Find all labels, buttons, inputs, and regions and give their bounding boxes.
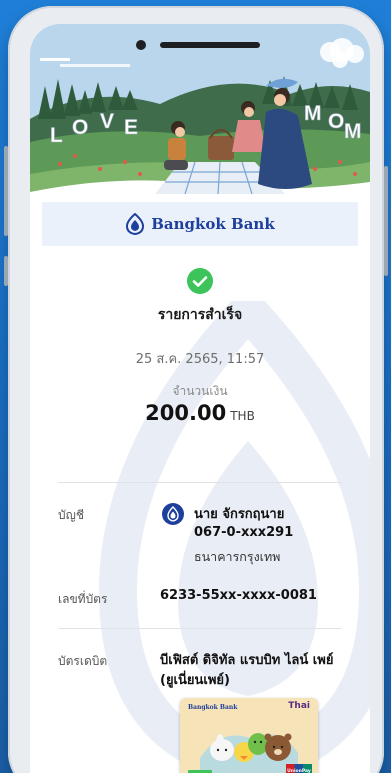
banner-letter-e: E — [124, 116, 138, 139]
debit-card-label: บัตรเดบิต — [58, 654, 108, 668]
amount-value: 200.00 — [145, 401, 227, 425]
account-label: บัญชี — [58, 508, 84, 522]
phone-side-button — [384, 166, 388, 276]
transfer-slip: รายการสำเร็จ 25 ส.ค. 2565, 11:57 จำนวนเง… — [42, 246, 370, 773]
banner-letter-o2: O — [328, 110, 344, 133]
account-bank-name: ธนาคารกรุงเทพ — [194, 549, 281, 564]
banner-letter-l: L — [50, 124, 63, 147]
banner-illustration: L O V E M O M — [30, 24, 370, 202]
front-camera — [136, 40, 146, 50]
banner-letter-m1: M — [304, 102, 322, 125]
check-circle-icon — [187, 268, 213, 294]
transaction-datetime: 25 ส.ค. 2565, 11:57 — [135, 352, 265, 367]
card-number: 6233-55xx-xxxx-0081 — [160, 588, 317, 603]
banner-letter-o: O — [72, 116, 88, 139]
phone-side-button — [4, 146, 8, 236]
card-number-label: เลขที่บัตร — [58, 592, 108, 606]
line-friends-characters-icon — [188, 733, 298, 773]
phone-side-button — [4, 256, 8, 286]
phone-screen: L O V E M O M Bangkok Bank รายการสำเร็จ … — [30, 24, 370, 773]
love-mom-banner: L O V E M O M — [30, 24, 370, 202]
banner-letter-v: V — [100, 110, 114, 133]
account-holder-name: นาย จักรกฤนาย — [194, 507, 285, 522]
earpiece-speaker — [160, 42, 260, 48]
banner-letter-m2: M — [344, 120, 362, 143]
bangkok-bank-logo-icon — [126, 213, 145, 235]
bank-header: Bangkok Bank — [42, 202, 358, 246]
amount: 200.00 THB — [42, 401, 358, 425]
phone-frame: L O V E M O M Bangkok Bank รายการสำเร็จ … — [4, 6, 388, 773]
transaction-status: รายการสำเร็จ — [157, 307, 243, 323]
bank-account-icon — [162, 503, 184, 525]
debit-card-image: Bangkok Bank Thai UnionPay — [180, 698, 318, 773]
amount-label: จำนวนเงิน — [172, 384, 228, 398]
divider — [58, 628, 342, 629]
divider — [58, 482, 342, 483]
debit-card-network: UnionPay — [286, 764, 312, 773]
account-number: 067-0-xxx291 — [194, 525, 294, 540]
debit-card-type: บีเฟิสต์ ดิจิทัล แรบบิท ไลน์ เพย์ (ยูเนี… — [160, 653, 334, 688]
bank-name: Bangkok Bank — [151, 215, 275, 233]
amount-currency: THB — [230, 409, 255, 423]
